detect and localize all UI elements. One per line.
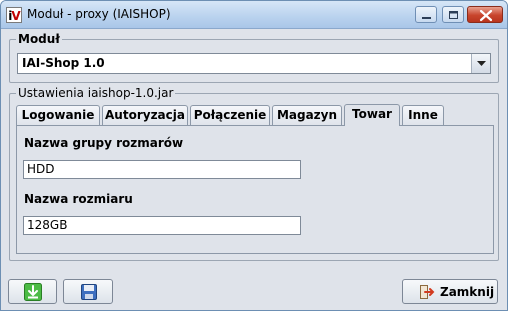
size-group-label: Nazwa grupy rozmarów: [24, 136, 184, 150]
minimize-icon: [422, 17, 431, 19]
window-title: Moduł - proxy (IAISHOP): [27, 7, 171, 21]
close-icon: [479, 9, 493, 22]
title-bar[interactable]: iV Moduł - proxy (IAISHOP): [1, 1, 507, 29]
module-select-arrow[interactable]: [471, 54, 490, 73]
module-proxy-window: iV Moduł - proxy (IAISHOP) Moduł IAI-Sho…: [0, 0, 508, 311]
towar-tab-panel: Nazwa grupy rozmarów HDD Nazwa rozmiaru …: [16, 125, 494, 254]
bottom-button-bar: Zamknij: [1, 248, 507, 304]
tab-polaczenie[interactable]: Połączenie: [190, 105, 270, 125]
app-logo-icon: iV: [6, 7, 22, 23]
floppy-disk-icon: [81, 284, 97, 300]
close-window-button[interactable]: [467, 6, 503, 23]
maximize-icon: [449, 11, 458, 19]
settings-group-legend: Ustawienia iaishop-1.0.jar: [16, 86, 176, 100]
tab-towar[interactable]: Towar: [344, 104, 400, 126]
size-name-label: Nazwa rozmiaru: [24, 192, 133, 206]
tab-logowanie[interactable]: Logowanie: [16, 105, 100, 125]
maximize-button[interactable]: [442, 6, 464, 23]
tab-magazyn[interactable]: Magazyn: [272, 105, 342, 125]
tab-autoryzacja[interactable]: Autoryzacja: [102, 105, 188, 125]
tab-inne[interactable]: Inne: [402, 105, 444, 125]
minimize-button[interactable]: [415, 6, 437, 23]
download-arrow-icon: [24, 283, 42, 301]
close-button-label: Zamknij: [440, 285, 495, 299]
close-button[interactable]: Zamknij: [402, 279, 498, 304]
chevron-down-icon: [477, 61, 486, 66]
module-select-value: IAI-Shop 1.0: [22, 56, 105, 70]
size-name-input[interactable]: 128GB: [23, 216, 301, 235]
save-button[interactable]: [63, 279, 113, 304]
module-select[interactable]: IAI-Shop 1.0: [17, 53, 491, 74]
exit-door-icon: [420, 285, 435, 299]
size-group-input[interactable]: HDD: [23, 160, 301, 179]
import-button[interactable]: [8, 279, 57, 304]
module-group-legend: Moduł: [16, 32, 62, 46]
